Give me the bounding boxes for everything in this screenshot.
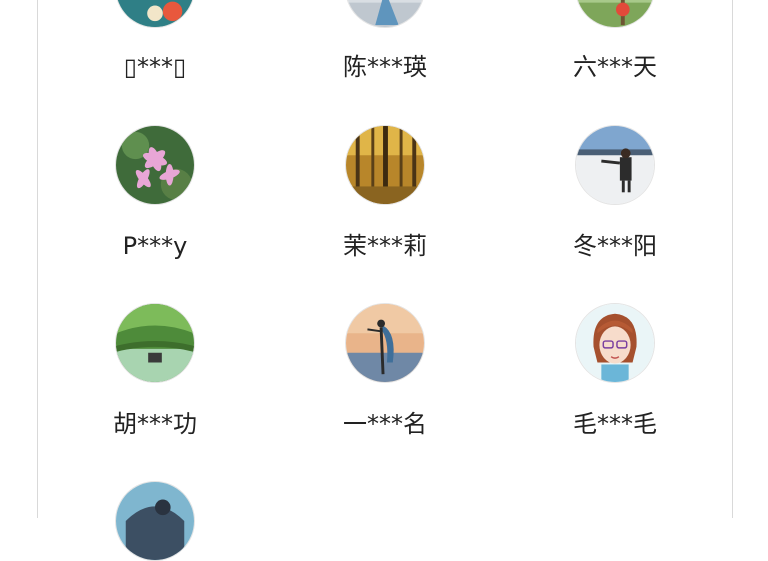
user-name: P***y (122, 232, 188, 260)
user-name: 六***天 (573, 53, 657, 81)
snow-field-person-avatar[interactable] (575, 125, 655, 205)
garden-path-avatar[interactable] (115, 303, 195, 383)
user-name: 冬***阳 (573, 232, 657, 260)
cartoon-girl-avatar[interactable] (575, 303, 655, 383)
user-name: 毛***毛 (573, 410, 657, 438)
user-name: 陈***瑛 (343, 53, 427, 81)
user-list-panel: ▯***▯ 陈***瑛 六***天 P***y 茉***莉 冬***阳 胡***… (37, 0, 733, 561)
teal-scenery-avatar[interactable] (115, 0, 195, 28)
user-name: 胡***功 (113, 410, 197, 438)
green-field-avatar[interactable] (575, 0, 655, 28)
user-name: 一***名 (343, 410, 427, 438)
user-name: ▯***▯ (123, 53, 187, 81)
person-in-blue-dress-avatar[interactable] (345, 0, 425, 28)
sunset-dancer-avatar[interactable] (345, 303, 425, 383)
user-name: 茉***莉 (343, 232, 427, 260)
autumn-forest-avatar[interactable] (345, 125, 425, 205)
pink-flowers-avatar[interactable] (115, 125, 195, 205)
sky-scenery-avatar[interactable] (115, 481, 195, 561)
